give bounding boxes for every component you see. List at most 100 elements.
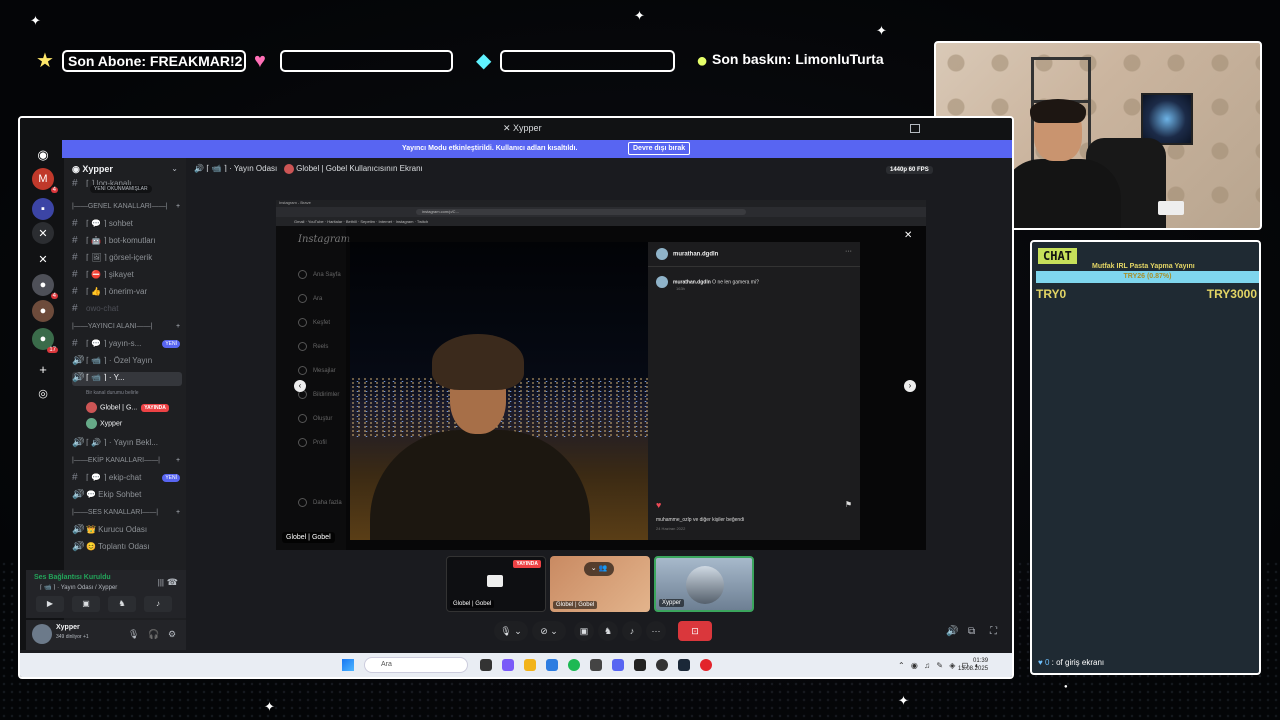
instagram-logo: Instagram [298, 234, 351, 245]
file-explorer-icon[interactable] [524, 659, 536, 671]
app-icon[interactable] [634, 659, 646, 671]
participant-tile[interactable]: YAYINDA Globel | Gobel [446, 556, 546, 612]
discord-home-icon[interactable]: ◉ [32, 144, 54, 166]
steam-icon[interactable] [678, 659, 690, 671]
add-channel-icon[interactable]: + [176, 457, 180, 464]
text-channel[interactable]: # owo-chat [72, 303, 182, 317]
voice-channel[interactable]: 🔊 ⌈ 📹 ⌉ · Y... [72, 372, 182, 386]
share-screen-button[interactable]: ▣ [574, 621, 594, 641]
mic-button[interactable]: 🎙 ⌄ [494, 621, 528, 641]
app-icon[interactable] [590, 659, 602, 671]
server-icon[interactable]: ▪ [32, 198, 54, 220]
text-channel[interactable]: # ⌈ 💬 ⌉ yayın-s... YENİ [72, 338, 182, 352]
nav-icon [298, 342, 307, 351]
screen-share-button[interactable]: ▣ [72, 596, 100, 612]
voice-channel[interactable]: 🔊 😊 Toplantı Odası [72, 541, 182, 555]
voice-channel[interactable]: 🔊 ⌈ 🔊 ⌉ · Yayın Bekl... [72, 437, 182, 451]
spotify-icon[interactable] [568, 659, 580, 671]
instagram-nav-item[interactable]: Oluştur [298, 414, 332, 423]
opera-icon[interactable] [700, 659, 712, 671]
add-channel-icon[interactable]: + [176, 323, 180, 330]
mic-icon[interactable]: 🎙 [128, 629, 139, 640]
instagram-nav-item[interactable]: Mesajlar [298, 366, 336, 375]
search-input[interactable]: Ara [364, 657, 468, 673]
stream-view[interactable]: Instagram - Brave instagram.com/p/C... G… [276, 200, 926, 550]
server-icon[interactable]: ● [32, 300, 54, 322]
instagram-nav-item[interactable]: Bildirimler [298, 390, 339, 399]
noise-icon[interactable]: ||| [158, 578, 164, 587]
task-view-icon[interactable] [480, 659, 492, 671]
x-server-icon[interactable]: ✕ [32, 222, 54, 244]
more-button[interactable]: ··· [646, 621, 666, 641]
text-channel[interactable]: # ⌈ 💬 ⌉ ekip-chat YENİ [72, 472, 182, 486]
participant-tile[interactable]: Xypper [654, 556, 754, 612]
discord-icon[interactable] [612, 659, 624, 671]
windows-start-icon[interactable] [342, 659, 354, 671]
headphones-icon[interactable]: 🎧 [148, 629, 159, 640]
like-icon[interactable]: ♥ [656, 500, 661, 510]
text-channel[interactable]: # ⌈ 🤖 ⌉ bot-komutları [72, 235, 182, 249]
camera-button[interactable]: ⊘ ⌄ [532, 621, 566, 641]
channel-label: ⌈ 🔊 ⌉ · Yayın Bekl... [86, 438, 158, 447]
tile-label: Globel | Gobel [553, 601, 598, 609]
text-channel[interactable]: # ⌈ 🖼 ⌉ görsel-içerik [72, 252, 182, 266]
more-icon[interactable]: ··· [845, 248, 852, 255]
voice-channel[interactable]: 🔊 💬 Ekip Sohbet [72, 489, 182, 503]
server-name[interactable]: ◉ Xypper [72, 164, 113, 175]
soundboard-button[interactable]: ♪ [622, 621, 642, 641]
add-server-icon[interactable]: + [32, 358, 54, 380]
end-call-button[interactable]: ⊡ [678, 621, 712, 641]
participant-tile[interactable]: ⌄ 👥 Globel | Gobel [550, 556, 650, 612]
bookmark-icon[interactable]: ⚑ [845, 500, 852, 509]
volume-icon[interactable]: 🔊 [946, 626, 958, 637]
activity-button[interactable]: ♞ [598, 621, 618, 641]
fullscreen-icon[interactable]: ⛶ [990, 626, 997, 637]
user-menu-icon[interactable]: ⌄ 👥 [584, 562, 614, 576]
prev-arrow-icon[interactable]: ‹ [294, 380, 306, 392]
discover-icon[interactable]: ◎ [32, 382, 54, 404]
instagram-nav-item[interactable]: Keşfet [298, 318, 330, 327]
text-channel[interactable]: # ⌈ 👍 ⌉ önerim-var [72, 286, 182, 300]
soundboard-button[interactable]: ♪ [144, 596, 172, 612]
chevron-down-icon[interactable]: ⌄ [171, 164, 178, 173]
inbox-icon[interactable] [910, 124, 920, 133]
store-icon[interactable] [546, 659, 558, 671]
voice-channel[interactable]: ⌈ 📹 ⌉ · Yayın Odası / Xypper [40, 584, 117, 591]
instagram-nav-item[interactable]: Ara [298, 294, 322, 303]
x-server-icon[interactable]: ✕ [32, 248, 54, 270]
next-arrow-icon[interactable]: › [904, 380, 916, 392]
channel-category[interactable]: |——EKİP KANALLARI——| + [72, 457, 180, 464]
instagram-nav-item[interactable]: Ana Sayfa [298, 270, 341, 279]
new-badge: YENİ [162, 340, 180, 348]
close-icon[interactable]: ✕ [904, 230, 912, 241]
server-icon[interactable]: ● 17 [32, 328, 58, 353]
disable-button[interactable]: Devre dışı bırak [628, 142, 691, 155]
disconnect-icon[interactable]: ☎ [167, 577, 178, 588]
server-icon[interactable]: ● 4 [32, 274, 58, 299]
voice-channel[interactable]: 🔊 ⌈ 📹 ⌉ · Özel Yayın [72, 355, 182, 369]
add-channel-icon[interactable]: + [176, 203, 180, 210]
obs-icon[interactable] [656, 659, 668, 671]
voice-user[interactable]: Globel | G... YAYINDA [86, 402, 169, 413]
instagram-nav-item[interactable]: Daha fazla [298, 498, 342, 507]
copilot-icon[interactable] [502, 659, 514, 671]
voice-user[interactable]: Xypper [86, 418, 122, 429]
channel-category[interactable]: |——GENEL KANALLARI——| + [72, 203, 180, 210]
unread-tooltip[interactable]: YENİ OKUNMAMIŞLAR [90, 185, 152, 193]
channel-category[interactable]: |——SES KANALLARI——| + [72, 509, 180, 516]
channel-status[interactable]: Bir kanal durumu belirle [86, 390, 139, 396]
activity-button[interactable]: ♞ [108, 596, 136, 612]
voice-channel[interactable]: 🔊 👑 Kurucu Odası [72, 524, 182, 538]
instagram-nav-item[interactable]: Profil [298, 438, 327, 447]
server-icon[interactable]: M4 [32, 168, 58, 193]
clock[interactable]: 01:39 13.08.2025 [958, 657, 988, 673]
instagram-nav-item[interactable]: Reels [298, 342, 328, 351]
avatar[interactable] [32, 624, 52, 644]
add-channel-icon[interactable]: + [176, 509, 180, 516]
text-channel[interactable]: # ⌈ ⛔ ⌉ şikayet [72, 269, 182, 283]
popout-icon[interactable]: ⧉ [968, 626, 975, 637]
channel-category[interactable]: |——YAYINCI ALANI——| + [72, 323, 180, 330]
gear-icon[interactable]: ⚙ [168, 629, 176, 640]
camera-button[interactable]: ▶ [36, 596, 64, 612]
text-channel[interactable]: # ⌈ 💬 ⌉ sohbet [72, 218, 182, 232]
